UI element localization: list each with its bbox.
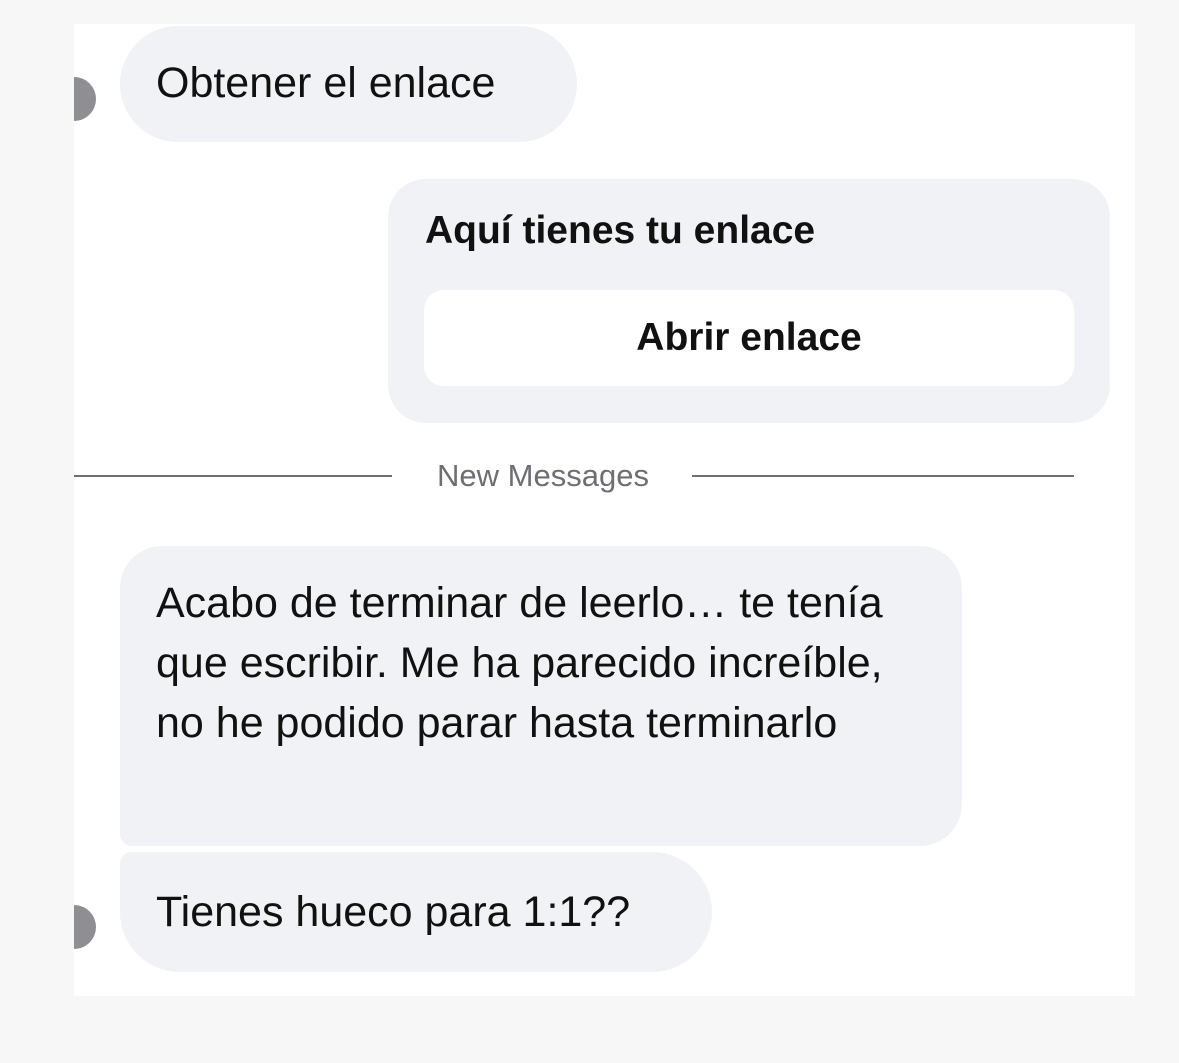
open-link-button[interactable]: Abrir enlace bbox=[424, 290, 1074, 386]
message-text: Acabo de terminar de leerlo… te tenía qu… bbox=[156, 579, 883, 747]
message-text: Tienes hueco para 1:1?? bbox=[156, 888, 631, 936]
sender-avatar[interactable] bbox=[74, 905, 96, 949]
divider-line bbox=[692, 475, 1074, 477]
new-messages-label: New Messages bbox=[437, 458, 649, 493]
message-bubble-incoming[interactable]: Obtener el enlace bbox=[120, 26, 577, 142]
message-bubble-incoming[interactable]: Tienes hueco para 1:1?? bbox=[120, 852, 712, 972]
link-card-title: Aquí tienes tu enlace bbox=[425, 209, 816, 252]
divider-line bbox=[74, 475, 392, 477]
link-card: Aquí tienes tu enlace Abrir enlace bbox=[388, 179, 1110, 423]
message-bubble-incoming[interactable]: Acabo de terminar de leerlo… te tenía qu… bbox=[120, 546, 962, 846]
sender-avatar[interactable] bbox=[74, 77, 96, 121]
chat-thread: Obtener el enlace Aquí tienes tu enlace … bbox=[74, 24, 1135, 996]
message-text: Obtener el enlace bbox=[156, 59, 496, 107]
open-link-button-label: Abrir enlace bbox=[636, 316, 862, 359]
new-messages-divider: New Messages bbox=[74, 454, 1074, 498]
